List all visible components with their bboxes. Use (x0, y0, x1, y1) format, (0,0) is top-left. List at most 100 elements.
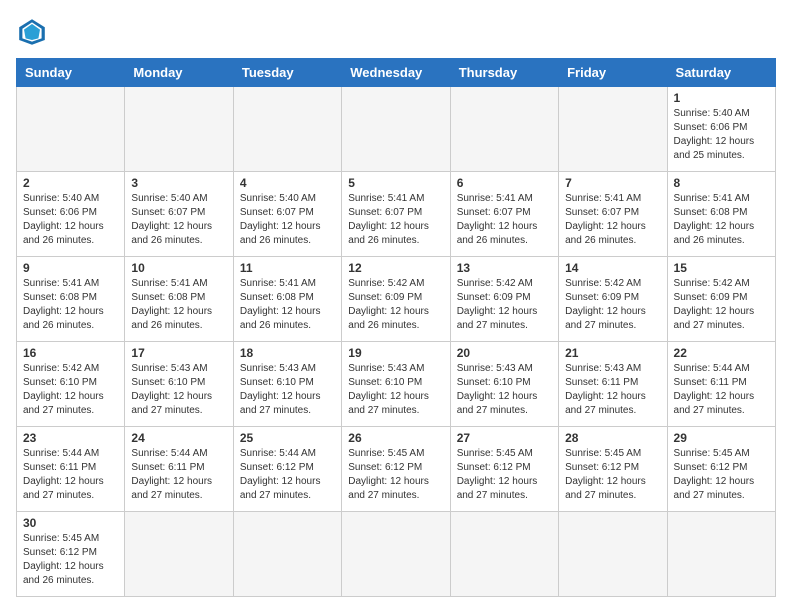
calendar-cell: 8Sunrise: 5:41 AM Sunset: 6:08 PM Daylig… (667, 172, 775, 257)
calendar-cell (667, 512, 775, 597)
day-number: 19 (348, 346, 443, 360)
day-info: Sunrise: 5:43 AM Sunset: 6:10 PM Dayligh… (131, 362, 226, 418)
day-number: 27 (457, 431, 552, 445)
day-number: 30 (23, 516, 118, 530)
calendar-cell: 11 Sunrise: 5:41 AM Sunset: 6:08 PM Dayli… (233, 257, 341, 342)
calendar-cell: 13 Sunrise: 5:42 AM Sunset: 6:09 PM Dayli… (450, 257, 558, 342)
day-number: 21 (565, 346, 660, 360)
day-info: Sunrise: 5:41 AM Sunset: 6:07 PM Dayligh… (565, 192, 660, 248)
calendar-cell (233, 87, 341, 172)
day-info: Sunrise: 5:41 AM Sunset: 6:08 PM Dayligh… (240, 277, 335, 333)
day-info: Sunrise: 5:40 AM Sunset: 6:07 PM Dayligh… (240, 192, 335, 248)
day-info: Sunrise: 5:45 AM Sunset: 6:12 PM Dayligh… (565, 447, 660, 503)
calendar-cell (125, 512, 233, 597)
day-header-thursday: Thursday (450, 59, 558, 87)
day-number: 10 (131, 261, 226, 275)
calendar-cell: 26Sunrise: 5:45 AM Sunset: 6:12 PM Dayli… (342, 427, 450, 512)
calendar-cell: 21 Sunrise: 5:43 AM Sunset: 6:11 PM Dayli… (559, 342, 667, 427)
calendar-cell: 1 Sunrise: 5:40 AM Sunset: 6:06 PM Daylig… (667, 87, 775, 172)
day-number: 14 (565, 261, 660, 275)
day-number: 15 (674, 261, 769, 275)
day-info: Sunrise: 5:45 AM Sunset: 6:12 PM Dayligh… (674, 447, 769, 503)
calendar-cell: 10Sunrise: 5:41 AM Sunset: 6:08 PM Dayli… (125, 257, 233, 342)
week-row-1: 2Sunrise: 5:40 AM Sunset: 6:06 PM Daylig… (17, 172, 776, 257)
day-info: Sunrise: 5:42 AM Sunset: 6:09 PM Dayligh… (565, 277, 660, 333)
day-number: 4 (240, 176, 335, 190)
calendar-table: SundayMondayTuesdayWednesdayThursdayFrid… (16, 58, 776, 597)
day-info: Sunrise: 5:40 AM Sunset: 6:06 PM Dayligh… (674, 107, 769, 163)
day-number: 11 (240, 261, 335, 275)
calendar-cell: 12 Sunrise: 5:42 AM Sunset: 6:09 PM Dayli… (342, 257, 450, 342)
day-number: 18 (240, 346, 335, 360)
day-info: Sunrise: 5:44 AM Sunset: 6:11 PM Dayligh… (131, 447, 226, 503)
day-info: Sunrise: 5:41 AM Sunset: 6:07 PM Dayligh… (457, 192, 552, 248)
day-info: Sunrise: 5:43 AM Sunset: 6:10 PM Dayligh… (348, 362, 443, 418)
day-header-monday: Monday (125, 59, 233, 87)
day-number: 1 (674, 91, 769, 105)
week-row-3: 16 Sunrise: 5:42 AM Sunset: 6:10 PM Dayli… (17, 342, 776, 427)
calendar-cell (559, 87, 667, 172)
day-number: 28 (565, 431, 660, 445)
calendar-cell: 29Sunrise: 5:45 AM Sunset: 6:12 PM Dayli… (667, 427, 775, 512)
day-info: Sunrise: 5:44 AM Sunset: 6:12 PM Dayligh… (240, 447, 335, 503)
logo (16, 16, 54, 48)
day-info: Sunrise: 5:41 AM Sunset: 6:08 PM Dayligh… (23, 277, 118, 333)
calendar-cell: 22 Sunrise: 5:44 AM Sunset: 6:11 PM Dayli… (667, 342, 775, 427)
calendar-cell (233, 512, 341, 597)
day-header-tuesday: Tuesday (233, 59, 341, 87)
calendar-cell (125, 87, 233, 172)
day-number: 13 (457, 261, 552, 275)
calendar-cell: 27 Sunrise: 5:45 AM Sunset: 6:12 PM Dayli… (450, 427, 558, 512)
day-number: 7 (565, 176, 660, 190)
day-info: Sunrise: 5:42 AM Sunset: 6:10 PM Dayligh… (23, 362, 118, 418)
day-number: 25 (240, 431, 335, 445)
day-info: Sunrise: 5:45 AM Sunset: 6:12 PM Dayligh… (457, 447, 552, 503)
logo-icon (16, 16, 48, 48)
day-header-friday: Friday (559, 59, 667, 87)
day-number: 20 (457, 346, 552, 360)
day-info: Sunrise: 5:44 AM Sunset: 6:11 PM Dayligh… (674, 362, 769, 418)
calendar-cell (17, 87, 125, 172)
calendar-cell: 30 Sunrise: 5:45 AM Sunset: 6:12 PM Dayli… (17, 512, 125, 597)
calendar-cell: 2Sunrise: 5:40 AM Sunset: 6:06 PM Daylig… (17, 172, 125, 257)
week-row-0: 1 Sunrise: 5:40 AM Sunset: 6:06 PM Daylig… (17, 87, 776, 172)
day-info: Sunrise: 5:43 AM Sunset: 6:10 PM Dayligh… (457, 362, 552, 418)
calendar-cell (559, 512, 667, 597)
calendar-cell: 5Sunrise: 5:41 AM Sunset: 6:07 PM Daylig… (342, 172, 450, 257)
day-number: 3 (131, 176, 226, 190)
calendar-cell: 6Sunrise: 5:41 AM Sunset: 6:07 PM Daylig… (450, 172, 558, 257)
day-number: 24 (131, 431, 226, 445)
day-number: 17 (131, 346, 226, 360)
day-info: Sunrise: 5:43 AM Sunset: 6:10 PM Dayligh… (240, 362, 335, 418)
calendar-cell: 3Sunrise: 5:40 AM Sunset: 6:07 PM Daylig… (125, 172, 233, 257)
day-number: 16 (23, 346, 118, 360)
day-number: 23 (23, 431, 118, 445)
day-number: 9 (23, 261, 118, 275)
calendar-header-row: SundayMondayTuesdayWednesdayThursdayFrid… (17, 59, 776, 87)
calendar-cell: 7 Sunrise: 5:41 AM Sunset: 6:07 PM Daylig… (559, 172, 667, 257)
header (16, 16, 776, 48)
calendar-cell: 23 Sunrise: 5:44 AM Sunset: 6:11 PM Dayli… (17, 427, 125, 512)
day-info: Sunrise: 5:43 AM Sunset: 6:11 PM Dayligh… (565, 362, 660, 418)
day-info: Sunrise: 5:45 AM Sunset: 6:12 PM Dayligh… (23, 532, 118, 588)
calendar-cell: 28 Sunrise: 5:45 AM Sunset: 6:12 PM Dayli… (559, 427, 667, 512)
day-number: 12 (348, 261, 443, 275)
day-info: Sunrise: 5:44 AM Sunset: 6:11 PM Dayligh… (23, 447, 118, 503)
day-info: Sunrise: 5:41 AM Sunset: 6:08 PM Dayligh… (674, 192, 769, 248)
day-info: Sunrise: 5:42 AM Sunset: 6:09 PM Dayligh… (348, 277, 443, 333)
week-row-4: 23 Sunrise: 5:44 AM Sunset: 6:11 PM Dayli… (17, 427, 776, 512)
day-number: 22 (674, 346, 769, 360)
day-info: Sunrise: 5:42 AM Sunset: 6:09 PM Dayligh… (457, 277, 552, 333)
day-number: 5 (348, 176, 443, 190)
day-info: Sunrise: 5:45 AM Sunset: 6:12 PM Dayligh… (348, 447, 443, 503)
calendar-cell: 17 Sunrise: 5:43 AM Sunset: 6:10 PM Dayli… (125, 342, 233, 427)
calendar-cell: 4 Sunrise: 5:40 AM Sunset: 6:07 PM Daylig… (233, 172, 341, 257)
calendar-cell: 14 Sunrise: 5:42 AM Sunset: 6:09 PM Dayli… (559, 257, 667, 342)
calendar-cell: 9 Sunrise: 5:41 AM Sunset: 6:08 PM Daylig… (17, 257, 125, 342)
day-number: 2 (23, 176, 118, 190)
calendar-cell: 15 Sunrise: 5:42 AM Sunset: 6:09 PM Dayli… (667, 257, 775, 342)
calendar-cell (450, 512, 558, 597)
calendar-cell: 19 Sunrise: 5:43 AM Sunset: 6:10 PM Dayli… (342, 342, 450, 427)
calendar-cell: 16 Sunrise: 5:42 AM Sunset: 6:10 PM Dayli… (17, 342, 125, 427)
day-info: Sunrise: 5:42 AM Sunset: 6:09 PM Dayligh… (674, 277, 769, 333)
